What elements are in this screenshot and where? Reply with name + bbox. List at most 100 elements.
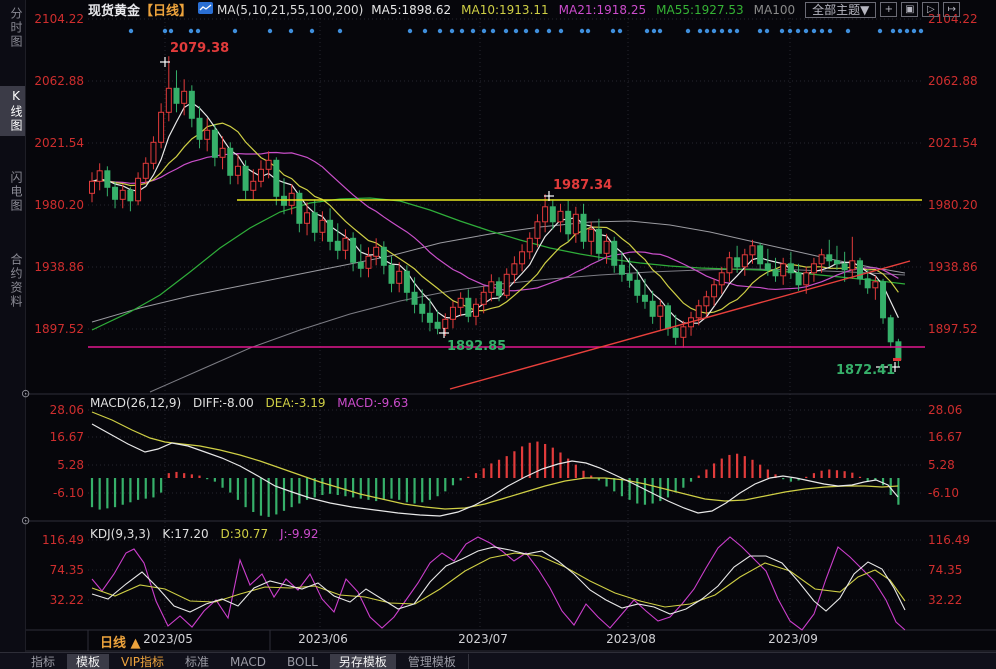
candle [742, 255, 747, 267]
axis-label: 32.22 [30, 593, 84, 607]
macd-diff-line [92, 424, 898, 516]
candle [466, 298, 471, 316]
bottom-tab-7[interactable]: 另存模板 [330, 654, 396, 669]
sidebar-item-3[interactable]: 闪电图 [0, 168, 25, 216]
candle [712, 285, 717, 297]
chart-toolbar: + ▣ ▷ ↦ [876, 2, 960, 17]
bottom-tab-1[interactable]: 指标 [22, 654, 64, 669]
candle [543, 207, 548, 222]
candle [658, 306, 663, 317]
candle [166, 88, 171, 112]
axis-label: 116.49 [928, 533, 990, 547]
axis-label: -6.10 [30, 486, 84, 500]
kdj-j-value: J:-9.92 [280, 527, 319, 541]
macd-title[interactable]: MACD(26,12,9) [90, 396, 181, 410]
panel-toggle-icon[interactable]: ⊙ [21, 387, 30, 400]
ma-value: MA21:1918.25 [559, 3, 647, 17]
ma-params-label: MA(5,10,21,55,100,200) [217, 3, 363, 17]
bottom-tab-3[interactable]: VIP指标 [112, 654, 173, 669]
candle [312, 213, 317, 233]
sidebar-item-1[interactable]: 分时图 [0, 4, 25, 52]
theme-select-button[interactable]: 全部主题▼ [805, 2, 876, 18]
candle [573, 214, 578, 234]
candle [328, 220, 333, 241]
kdj-k-value: K:17.20 [162, 527, 208, 541]
ma-value: MA100 [754, 3, 795, 17]
bottom-tab-6[interactable]: BOLL [278, 654, 327, 669]
candlesticks [90, 56, 901, 366]
tab-divider [468, 654, 469, 669]
kdj-d-line [92, 553, 905, 607]
x-axis-month-label: 2023/09 [758, 632, 828, 646]
candle [189, 91, 194, 118]
candle [151, 142, 156, 163]
candle [796, 273, 801, 285]
candle [619, 265, 624, 274]
axis-label: 16.67 [30, 430, 84, 444]
axis-label: 5.28 [30, 458, 84, 472]
ma-value: MA10:1913.11 [461, 3, 549, 17]
candle [128, 190, 133, 201]
candle [750, 246, 755, 255]
play-forward-icon[interactable]: ▷ [922, 2, 939, 17]
candle [681, 327, 686, 338]
kdj-j-line [92, 537, 905, 630]
axis-label: 32.22 [928, 593, 990, 607]
kdj-title[interactable]: KDJ(9,3,3) [90, 527, 151, 541]
candle [450, 307, 455, 319]
bottom-tab-2[interactable]: 模板 [67, 654, 109, 669]
kdj-k-line [92, 547, 905, 614]
exit-right-icon[interactable]: ↦ [943, 2, 960, 17]
ma200-line [150, 269, 905, 392]
axis-label: 74.35 [30, 563, 84, 577]
crosshair-icon[interactable]: + [880, 2, 897, 17]
candle [251, 181, 256, 190]
candle [397, 271, 402, 283]
chart-canvas[interactable] [0, 0, 996, 669]
candle [366, 256, 371, 268]
candle [343, 238, 348, 250]
bottom-toolbar: 指标模板VIP指标标准MACDBOLL另存模板管理模板 [0, 652, 996, 669]
candle [758, 246, 763, 264]
candle [842, 264, 847, 270]
macd-dea-value: DEA:-3.19 [266, 396, 326, 410]
sidebar-item-4[interactable]: 合约资料 [0, 250, 25, 312]
candle [896, 342, 901, 360]
candle [297, 193, 302, 223]
candle [404, 271, 409, 292]
candle [850, 261, 855, 270]
candle [120, 190, 125, 199]
candle [873, 282, 878, 288]
candle [458, 298, 463, 307]
bottom-tab-5[interactable]: MACD [221, 654, 275, 669]
candle [282, 196, 287, 205]
indicator-icon[interactable] [198, 2, 213, 17]
candle [650, 301, 655, 316]
candle [220, 148, 225, 157]
candle [320, 220, 325, 232]
candle [827, 255, 832, 261]
candle [97, 171, 102, 182]
candle [351, 238, 356, 262]
candle [834, 261, 839, 264]
macd-header: MACD(26,12,9) DIFF:-8.00 DEA:-3.19 MACD:… [90, 396, 416, 410]
ma-value: MA55:1927.53 [656, 3, 744, 17]
zoom-area-icon[interactable]: ▣ [901, 2, 918, 17]
sidebar-item-2[interactable]: K线图 [0, 86, 25, 136]
candle [105, 171, 110, 188]
ma-value: MA5:1898.62 [371, 3, 451, 17]
chart-header: 现货黄金 【日线】 MA(5,10,21,55,100,200) MA5:189… [88, 1, 926, 18]
bottom-tab-4[interactable]: 标准 [176, 654, 218, 669]
panel-toggle-icon[interactable]: ⊙ [21, 514, 30, 527]
left-sidebar: 分时图 K线图闪电图合约资料 [0, 0, 26, 669]
candle [489, 282, 494, 293]
candle [888, 318, 893, 342]
candle [735, 258, 740, 267]
period-selector[interactable]: 日线 ▲ [100, 632, 141, 651]
candle [258, 169, 263, 181]
candle [443, 319, 448, 328]
candle [819, 255, 824, 264]
bottom-tab-8[interactable]: 管理模板 [399, 654, 465, 669]
news-dots[interactable] [129, 29, 923, 33]
candle [865, 279, 870, 288]
